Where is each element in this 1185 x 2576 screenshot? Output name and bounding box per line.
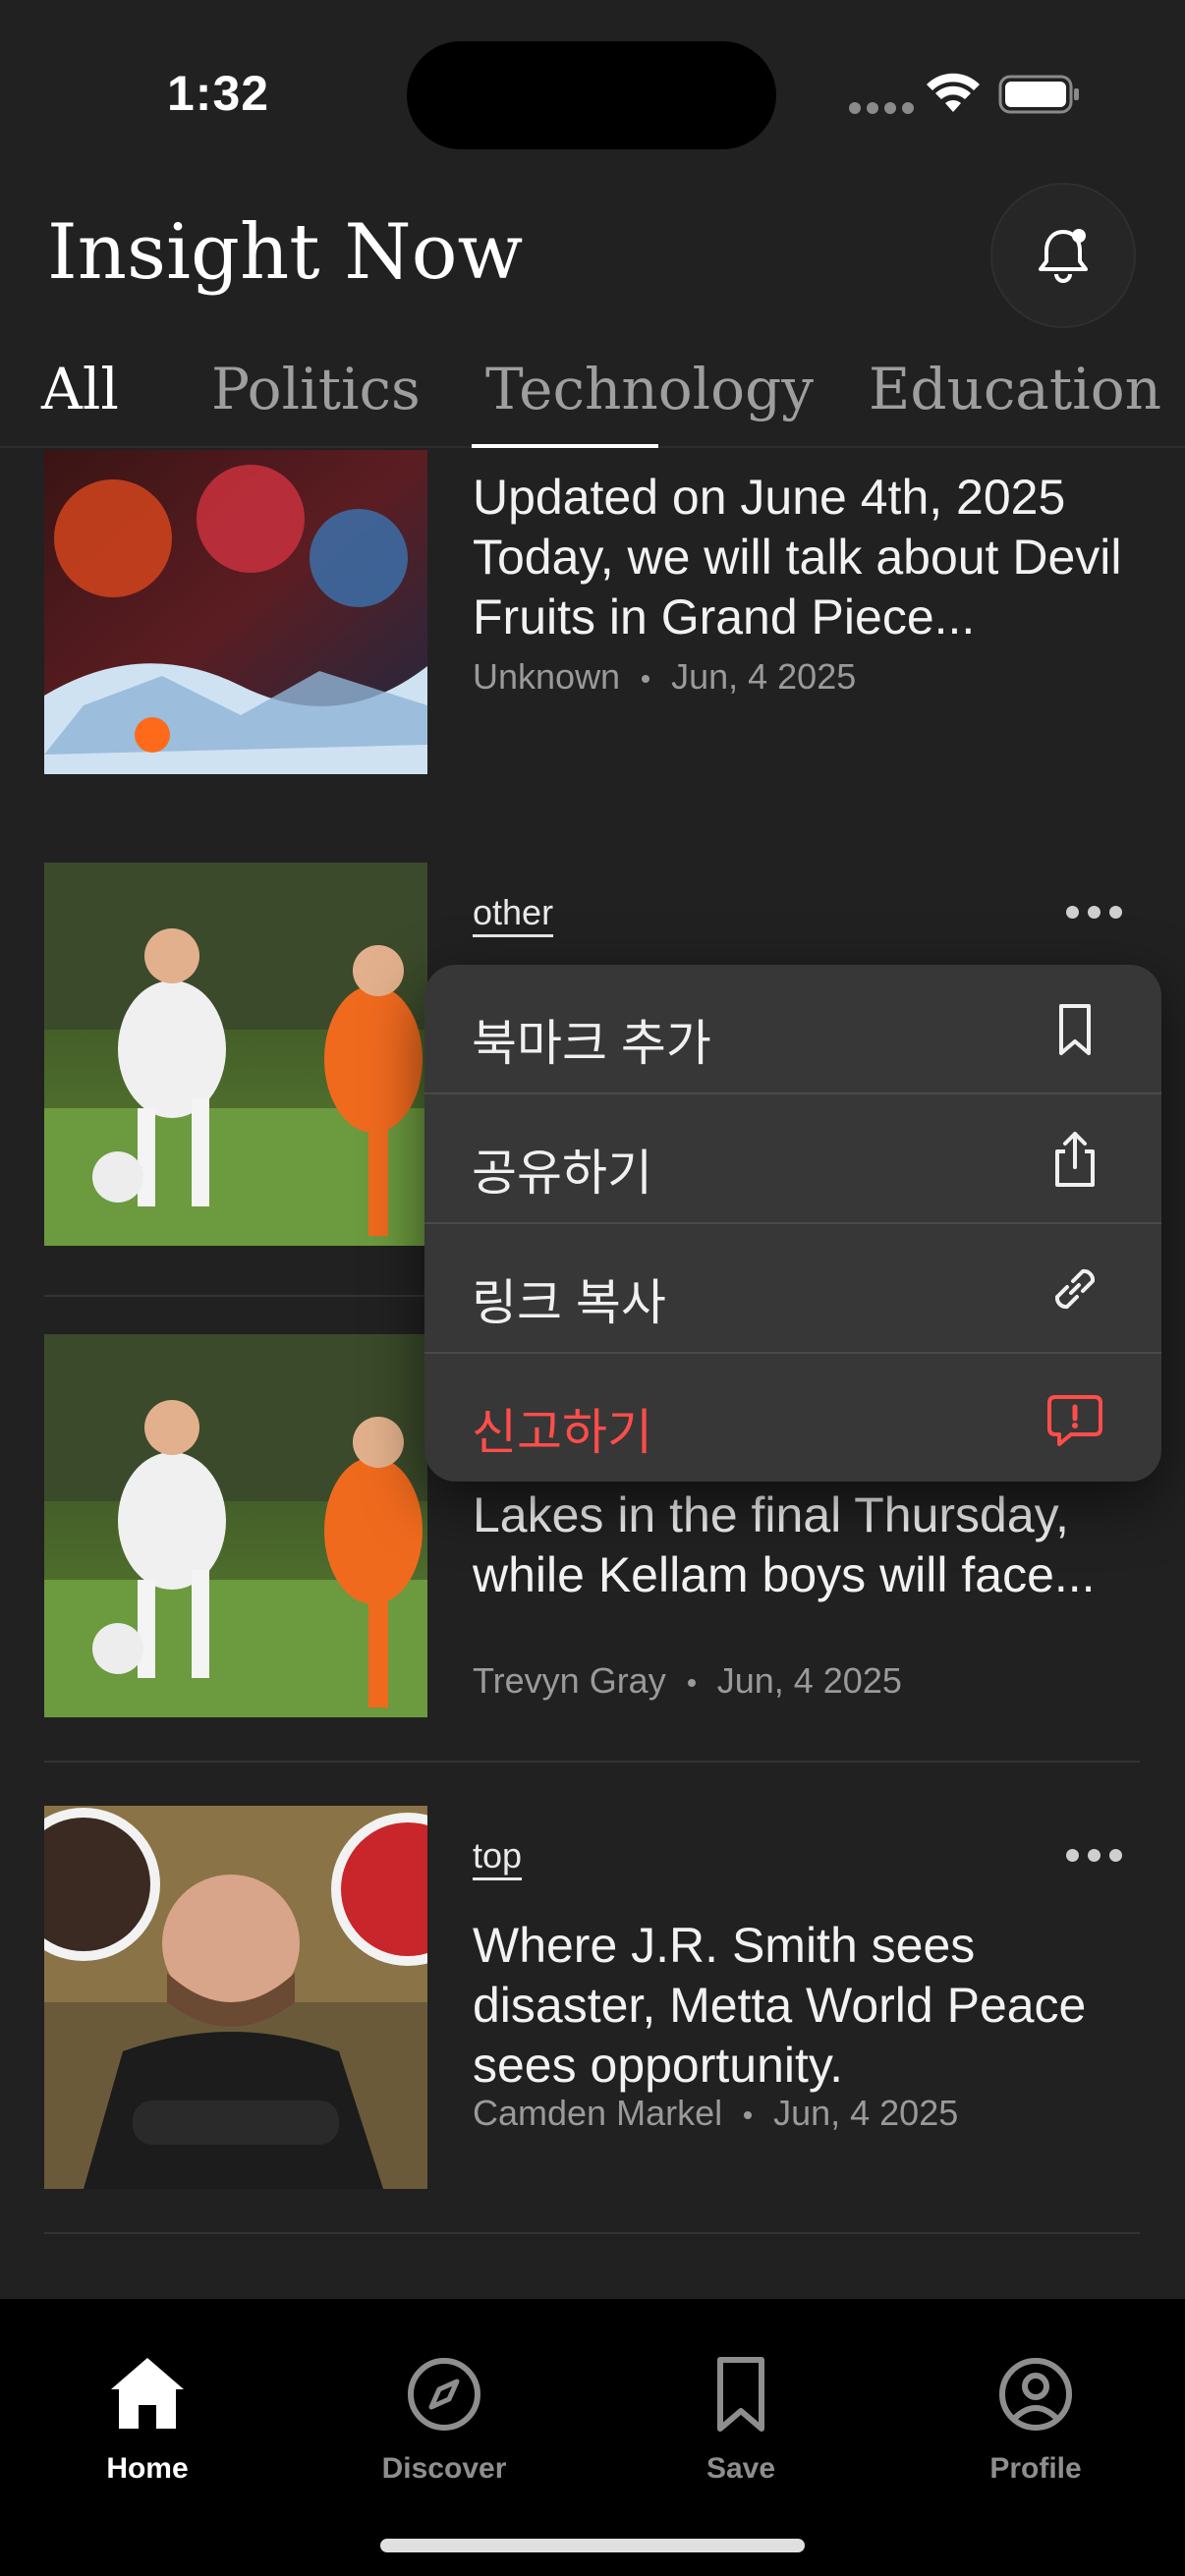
tab-politics[interactable]: Politics bbox=[211, 356, 421, 422]
nav-discover[interactable]: Discover bbox=[346, 2350, 542, 2486]
status-time: 1:32 bbox=[167, 66, 270, 121]
category-tabs: All Politics Technology Education bbox=[0, 344, 1185, 448]
article-date: Jun, 4 2025 bbox=[716, 1660, 902, 1701]
nav-label: Home bbox=[106, 2452, 189, 2485]
compass-icon bbox=[408, 2358, 480, 2431]
report-icon bbox=[1047, 1395, 1102, 1446]
article-card[interactable]: top Where J.R. Smith sees disaster, Mett… bbox=[44, 1806, 1140, 2238]
share-icon bbox=[1055, 1132, 1095, 1187]
menu-item-report[interactable]: 신고하기 bbox=[424, 1354, 1161, 1482]
article-card[interactable]: Updated on June 4th, 2025 Today, we will… bbox=[44, 450, 1140, 804]
tab-active-underline bbox=[472, 444, 658, 448]
article-thumbnail[interactable] bbox=[44, 1806, 427, 2189]
more-options-button[interactable] bbox=[1066, 1849, 1122, 1862]
article-category[interactable]: other bbox=[473, 892, 553, 933]
home-icon bbox=[111, 2358, 184, 2429]
article-author: Camden Markel bbox=[473, 2093, 723, 2133]
nav-home[interactable]: Home bbox=[49, 2350, 246, 2486]
profile-icon bbox=[999, 2358, 1072, 2431]
menu-item-add-bookmark[interactable]: 북마크 추가 bbox=[424, 965, 1161, 1094]
more-options-button[interactable] bbox=[1066, 906, 1122, 919]
article-category[interactable]: top bbox=[473, 1835, 522, 1876]
separator-dot bbox=[642, 675, 650, 684]
menu-item-label: 북마크 추가 bbox=[472, 1016, 711, 1071]
article-date: Jun, 4 2025 bbox=[773, 2093, 959, 2133]
separator-dot bbox=[687, 1679, 696, 1688]
bell-icon bbox=[1039, 229, 1088, 283]
article-thumbnail[interactable] bbox=[44, 1334, 427, 1717]
divider bbox=[44, 1761, 1140, 1763]
article-meta: Camden Markel Jun, 4 2025 bbox=[473, 2093, 958, 2134]
app-title: Insight Now bbox=[47, 208, 524, 297]
link-icon bbox=[1054, 1268, 1096, 1310]
tab-all[interactable]: All bbox=[41, 356, 119, 422]
signal-icon bbox=[849, 102, 914, 114]
nav-label: Profile bbox=[989, 2452, 1082, 2485]
nav-label: Save bbox=[705, 2452, 776, 2485]
menu-item-label: 공유하기 bbox=[472, 1146, 652, 1201]
menu-item-label: 신고하기 bbox=[472, 1405, 652, 1460]
article-thumbnail[interactable] bbox=[44, 450, 427, 774]
bottom-navigation: Home Discover Save Profile bbox=[0, 2299, 1185, 2576]
article-thumbnail[interactable] bbox=[44, 863, 427, 1246]
tab-education[interactable]: Education bbox=[869, 356, 1161, 422]
notifications-button[interactable] bbox=[990, 183, 1136, 328]
battery-icon bbox=[998, 75, 1079, 114]
article-headline[interactable]: Where J.R. Smith sees disaster, Metta Wo… bbox=[473, 1916, 1141, 2096]
wifi-icon bbox=[927, 73, 980, 112]
article-context-menu: 북마크 추가 공유하기 링크 복사 신고하기 bbox=[424, 965, 1161, 1482]
article-author: Unknown bbox=[473, 656, 621, 697]
bookmark-icon bbox=[717, 2357, 764, 2432]
menu-item-copy-link[interactable]: 링크 복사 bbox=[424, 1224, 1161, 1354]
article-date: Jun, 4 2025 bbox=[671, 656, 857, 697]
home-indicator bbox=[380, 2539, 805, 2552]
tab-technology[interactable]: Technology bbox=[485, 356, 814, 422]
dynamic-island bbox=[407, 41, 776, 149]
nav-profile[interactable]: Profile bbox=[937, 2350, 1134, 2486]
bookmark-icon bbox=[1059, 1004, 1091, 1055]
nav-label: Discover bbox=[381, 2452, 507, 2485]
nav-save[interactable]: Save bbox=[643, 2350, 839, 2486]
article-meta: Unknown Jun, 4 2025 bbox=[473, 656, 856, 698]
separator-dot bbox=[744, 2111, 753, 2120]
article-meta: Trevyn Gray Jun, 4 2025 bbox=[473, 1660, 902, 1702]
article-headline[interactable]: Updated on June 4th, 2025 Today, we will… bbox=[473, 468, 1141, 647]
menu-item-label: 링크 복사 bbox=[472, 1275, 666, 1330]
article-headline[interactable]: Lakes in the final Thursday, while Kella… bbox=[473, 1485, 1141, 1605]
divider bbox=[44, 2232, 1140, 2234]
article-author: Trevyn Gray bbox=[473, 1660, 666, 1701]
menu-item-share[interactable]: 공유하기 bbox=[424, 1094, 1161, 1224]
